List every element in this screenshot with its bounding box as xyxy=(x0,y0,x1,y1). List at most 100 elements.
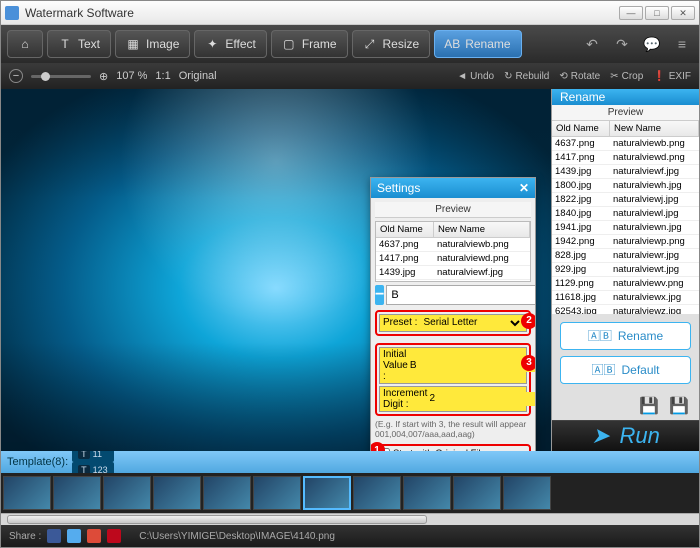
rename-action-button[interactable]: 🄰🄱Rename xyxy=(560,322,691,350)
thumbnail-selected[interactable] xyxy=(303,476,351,510)
thumbnail[interactable] xyxy=(103,476,151,510)
app-window: Watermark Software — □ ✕ ⌂ TText ▦Image … xyxy=(0,0,700,548)
thumbnail[interactable] xyxy=(253,476,301,510)
titlebar: Watermark Software — □ ✕ xyxy=(1,1,699,25)
zoom-percent: 107 % xyxy=(116,70,147,82)
scrollbar-thumb[interactable] xyxy=(7,515,427,524)
undo-icon[interactable]: ↶ xyxy=(581,33,603,55)
table-row[interactable]: 62543.jpgnaturalviewz.jpg xyxy=(552,305,699,314)
file-path: C:\Users\YIMIGE\Desktop\IMAGE\4140.png xyxy=(139,531,335,542)
home-icon: ⌂ xyxy=(18,37,32,51)
table-row[interactable]: 1129.pngnaturalviewv.png xyxy=(552,277,699,291)
thumbnail[interactable] xyxy=(203,476,251,510)
chat-icon[interactable]: 💬 xyxy=(641,33,663,55)
initial-value-label: Initial Value : xyxy=(383,349,408,382)
zoom-out-button[interactable]: − xyxy=(9,69,23,83)
image-icon: ▦ xyxy=(126,37,140,51)
facebook-icon[interactable] xyxy=(47,529,61,543)
zoom-original[interactable]: Original xyxy=(179,70,217,82)
google-plus-icon[interactable] xyxy=(87,529,101,543)
thumbnail[interactable] xyxy=(453,476,501,510)
table-row[interactable]: 4637.pngnaturalviewb.png xyxy=(552,137,699,151)
rename-button[interactable]: ABRename xyxy=(434,30,521,58)
table-row[interactable]: 1439.jpgnaturalviewf.jpg xyxy=(376,266,530,280)
twitter-icon[interactable] xyxy=(67,529,81,543)
increment-digit-input[interactable] xyxy=(429,392,535,406)
table-row[interactable]: 1417.pngnaturalviewd.png xyxy=(376,252,530,266)
zoom-fit-icon[interactable]: ⊕ xyxy=(99,70,108,83)
pinterest-icon[interactable] xyxy=(107,529,121,543)
zoom-slider[interactable] xyxy=(31,75,91,78)
rebuild-tool[interactable]: ↻Rebuild xyxy=(504,71,549,82)
step-badge-1: 1 xyxy=(371,442,385,451)
zoom-ratio[interactable]: 1:1 xyxy=(155,70,170,82)
col-new-name: New Name xyxy=(434,222,530,237)
image-button[interactable]: ▦Image xyxy=(115,30,190,58)
table-row[interactable]: 1941.jpgnaturalviewn.jpg xyxy=(552,221,699,235)
rename-icon: AB xyxy=(445,37,459,51)
settings-close-icon[interactable]: ✕ xyxy=(519,181,529,195)
rename-sidebar: Rename Preview Old Name New Name 4637.pn… xyxy=(551,89,699,451)
crop-tool[interactable]: ✂Crop xyxy=(610,71,643,82)
initial-value-input[interactable] xyxy=(410,358,535,372)
thumbnail[interactable] xyxy=(3,476,51,510)
table-row[interactable]: 1800.jpgnaturalviewh.jpg xyxy=(552,179,699,193)
save-all-icon[interactable]: 💾 xyxy=(669,396,689,416)
preset-select[interactable]: Serial Letter xyxy=(419,316,523,330)
token-input[interactable] xyxy=(386,285,535,305)
default-ab-icon: 🄰🄱 xyxy=(591,361,615,378)
effect-button[interactable]: ✦Effect xyxy=(194,30,266,58)
redo-icon[interactable]: ↷ xyxy=(611,33,633,55)
resize-button[interactable]: ⤢Resize xyxy=(352,30,431,58)
maximize-button[interactable]: □ xyxy=(645,6,669,20)
thumbnail-strip[interactable] xyxy=(1,473,699,513)
table-row[interactable]: 1800.jpgnaturalviewh.jpg xyxy=(376,280,530,282)
sidebar-preview-table: Old Name New Name 4637.pngnaturalviewb.p… xyxy=(552,121,699,314)
start-original-option[interactable]: Start with Original Filename xyxy=(379,448,527,451)
table-row[interactable]: 4637.pngnaturalviewb.png xyxy=(376,238,530,252)
remove-token-button[interactable]: − xyxy=(375,285,384,305)
app-icon xyxy=(5,6,19,20)
share-label: Share : xyxy=(9,531,41,542)
thumbnail[interactable] xyxy=(503,476,551,510)
preset-label: Preset : xyxy=(383,317,417,328)
thumbnail[interactable] xyxy=(403,476,451,510)
col-old-name: Old Name xyxy=(376,222,434,237)
table-row[interactable]: 1439.jpgnaturalviewf.jpg xyxy=(552,165,699,179)
table-row[interactable]: 1822.jpgnaturalviewj.jpg xyxy=(552,193,699,207)
table-row[interactable]: 828.jpgnaturalviewr.jpg xyxy=(552,249,699,263)
save-icon[interactable]: 💾 xyxy=(639,396,659,416)
rotate-tool[interactable]: ⟲Rotate xyxy=(559,71,600,82)
sub-toolbar: − ⊕ 107 % 1:1 Original ◄Undo ↻Rebuild ⟲R… xyxy=(1,63,699,89)
thumbnail[interactable] xyxy=(353,476,401,510)
rename-sidebar-title: Rename xyxy=(552,89,699,105)
default-action-button[interactable]: 🄰🄱Default xyxy=(560,356,691,384)
table-row[interactable]: 11618.jpgnaturalviewx.jpg xyxy=(552,291,699,305)
home-button[interactable]: ⌂ xyxy=(7,30,43,58)
run-button[interactable]: ➤ Run xyxy=(552,420,699,451)
horizontal-scrollbar[interactable] xyxy=(1,513,699,525)
frame-icon: ▢ xyxy=(282,37,296,51)
minimize-button[interactable]: — xyxy=(619,6,643,20)
close-button[interactable]: ✕ xyxy=(671,6,695,20)
thumbnail[interactable] xyxy=(153,476,201,510)
step-badge-3: 3 xyxy=(521,355,535,371)
text-button[interactable]: TText xyxy=(47,30,111,58)
exif-tool[interactable]: ❗EXIF xyxy=(653,71,691,82)
settings-example-note: (E.g. If start with 3, the result will a… xyxy=(375,419,531,439)
table-row[interactable]: 1942.pngnaturalviewp.png xyxy=(552,235,699,249)
thumbnail[interactable] xyxy=(53,476,101,510)
settings-title: Settings xyxy=(377,181,420,195)
table-row[interactable]: 929.jpgnaturalviewt.jpg xyxy=(552,263,699,277)
increment-digit-label: Increment Digit : xyxy=(383,388,427,410)
undo-tool[interactable]: ◄Undo xyxy=(457,71,494,82)
main-toolbar: ⌂ TText ▦Image ✦Effect ▢Frame ⤢Resize AB… xyxy=(1,25,699,63)
table-row[interactable]: 1417.pngnaturalviewd.png xyxy=(552,151,699,165)
step-badge-2: 2 xyxy=(521,313,535,329)
menu-icon[interactable]: ≡ xyxy=(671,33,693,55)
frame-button[interactable]: ▢Frame xyxy=(271,30,348,58)
settings-preview-label: Preview xyxy=(375,202,531,218)
table-row[interactable]: 1840.jpgnaturalviewl.jpg xyxy=(552,207,699,221)
template-label: Template(8): xyxy=(7,456,68,468)
text-icon: T xyxy=(58,37,72,51)
